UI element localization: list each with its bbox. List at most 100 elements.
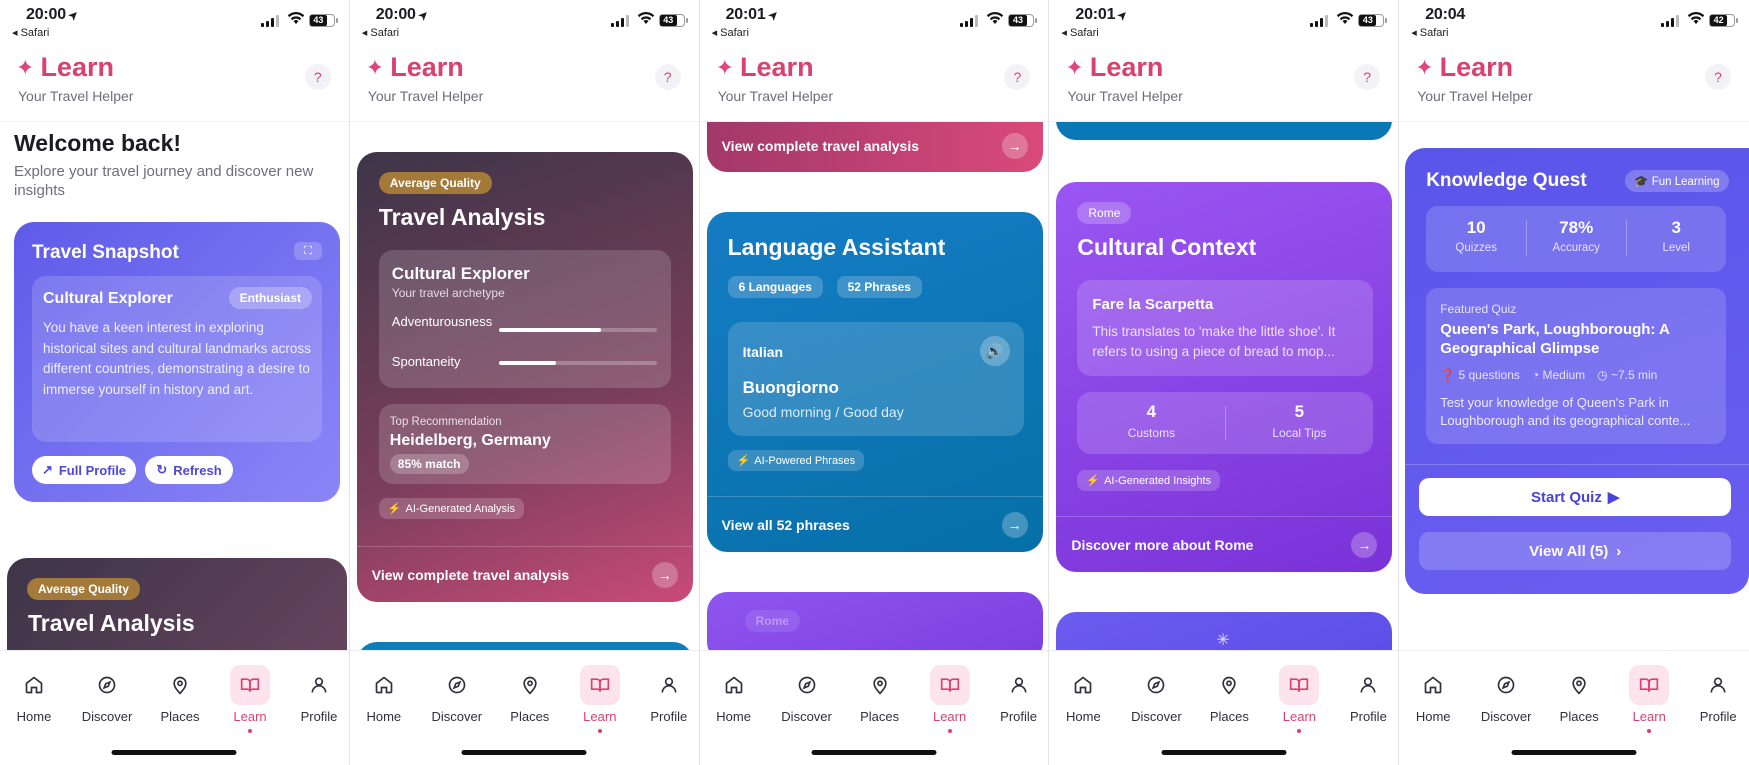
- archetype-name: Cultural Explorer: [43, 290, 173, 307]
- view-phrases-link[interactable]: View all 52 phrases →: [706, 496, 1043, 552]
- compass-icon: [437, 665, 477, 705]
- arrow-right-icon: →: [1351, 531, 1378, 558]
- help-button[interactable]: ?: [304, 64, 331, 90]
- nav-profile[interactable]: Profile: [287, 665, 349, 724]
- play-icon: ▶: [1607, 489, 1620, 506]
- map-pin-icon: [1209, 665, 1249, 705]
- location-arrow-icon: ➤: [765, 8, 781, 24]
- cellular-signal-icon: [960, 15, 979, 27]
- scroll-content[interactable]: Knowledge Quest 🎓 Fun Learning 10 Quizze…: [1399, 122, 1749, 650]
- back-to-safari[interactable]: ◂ Safari: [12, 26, 49, 39]
- nav-discover[interactable]: Discover: [1474, 665, 1538, 724]
- map-pin-icon: [510, 665, 550, 705]
- loading-card: ✳: [1056, 612, 1393, 650]
- nav-discover[interactable]: Discover: [1124, 665, 1188, 724]
- expand-icon[interactable]: ⛶: [294, 242, 322, 260]
- page-subtitle: Your Travel Helper: [18, 88, 134, 104]
- nav-discover-label: Discover: [1131, 709, 1182, 724]
- status-bar: 20:04 ◂ Safari 42: [1399, 0, 1749, 44]
- home-indicator: [111, 750, 237, 755]
- language-card-tail: [1056, 122, 1393, 140]
- phrase-text: Buongiorno: [742, 378, 839, 397]
- sparkle-icon: ✦: [16, 54, 35, 80]
- page-subtitle: Your Travel Helper: [1417, 88, 1533, 104]
- scroll-content[interactable]: View complete travel analysis → Language …: [699, 122, 1049, 650]
- difficulty-label: Medium: [1542, 368, 1586, 382]
- nav-profile[interactable]: Profile: [1336, 665, 1398, 724]
- nav-discover[interactable]: Discover: [425, 665, 489, 724]
- cultural-context-card: Rome Cultural Context Fare la Scarpetta …: [1056, 182, 1393, 572]
- active-dot: [597, 729, 602, 733]
- help-button[interactable]: ?: [1704, 64, 1731, 90]
- clock: 20:00: [26, 6, 66, 23]
- language-card-preview: [356, 642, 693, 650]
- sparkle-icon: ✦: [1065, 54, 1084, 80]
- back-to-safari[interactable]: ◂ Safari: [1411, 26, 1448, 39]
- scroll-content[interactable]: Rome Cultural Context Fare la Scarpetta …: [1049, 122, 1399, 650]
- help-button[interactable]: ?: [1354, 64, 1381, 90]
- battery-icon: 43: [1358, 14, 1388, 27]
- nav-places[interactable]: Places: [1197, 665, 1261, 724]
- nav-learn[interactable]: Learn: [1617, 665, 1681, 733]
- view-analysis-link[interactable]: View complete travel analysis →: [356, 546, 693, 602]
- battery-icon: 42: [1708, 14, 1738, 27]
- back-to-safari[interactable]: ◂ Safari: [712, 26, 749, 39]
- refresh-button[interactable]: ↻ Refresh: [145, 456, 233, 484]
- nav-learn[interactable]: Learn: [218, 665, 282, 733]
- nav-discover-label: Discover: [1480, 709, 1532, 724]
- quiz-meta: ❓ 5 questions ◔ Medium ◷ ~7.5 min: [1440, 368, 1657, 382]
- nav-home[interactable]: Home: [2, 665, 66, 724]
- cellular-signal-icon: [610, 15, 629, 27]
- ai-tag: ⚡ AI-Generated Analysis: [378, 498, 524, 519]
- trait-label-0: Adventurousness: [391, 314, 493, 329]
- full-profile-button[interactable]: ↗ Full Profile: [32, 456, 136, 484]
- nav-discover[interactable]: Discover: [775, 665, 839, 724]
- trend-icon: ↗: [41, 462, 53, 477]
- languages-count: 6 Languages: [727, 276, 823, 298]
- app-header: ✦ Learn Your Travel Helper ?: [349, 44, 699, 122]
- status-bar: 20:01➤ ◂ Safari 43: [700, 0, 1049, 44]
- scroll-content[interactable]: Welcome back! Explore your travel journe…: [0, 122, 349, 650]
- back-to-safari[interactable]: ◂ Safari: [1061, 26, 1098, 39]
- nav-home[interactable]: Home: [1401, 665, 1465, 724]
- nav-places[interactable]: Places: [848, 665, 912, 724]
- nav-home-label: Home: [1066, 709, 1101, 724]
- compass-icon: [1136, 665, 1176, 705]
- nav-profile[interactable]: Profile: [637, 665, 699, 724]
- discover-rome-link[interactable]: Discover more about Rome →: [1056, 516, 1393, 572]
- language-assistant-card: Language Assistant 6 Languages 52 Phrase…: [706, 212, 1043, 552]
- view-all-button[interactable]: View All (5) ›: [1419, 532, 1732, 570]
- nav-home[interactable]: Home: [702, 665, 766, 724]
- questions-label: 5 questions: [1458, 368, 1520, 382]
- analysis-title: Travel Analysis: [378, 204, 546, 230]
- archetype-sub: Your travel archetype: [391, 286, 505, 300]
- start-quiz-button[interactable]: Start Quiz ▶: [1419, 478, 1732, 516]
- nav-discover[interactable]: Discover: [75, 665, 139, 724]
- active-dot: [1297, 729, 1302, 733]
- nav-places[interactable]: Places: [1547, 665, 1611, 724]
- nav-home[interactable]: Home: [1051, 665, 1115, 724]
- help-button[interactable]: ?: [654, 64, 681, 90]
- scroll-content[interactable]: Average Quality Travel Analysis Cultural…: [349, 122, 699, 650]
- nav-home[interactable]: Home: [352, 665, 416, 724]
- nav-places[interactable]: Places: [498, 665, 562, 724]
- nav-places-label: Places: [510, 709, 550, 724]
- back-to-safari[interactable]: ◂ Safari: [362, 26, 399, 39]
- speaker-icon[interactable]: 🔊: [979, 336, 1010, 366]
- wifi-icon: [1336, 11, 1354, 29]
- help-button[interactable]: ?: [1004, 64, 1031, 90]
- featured-quiz-box[interactable]: Featured Quiz Queen's Park, Loughborough…: [1426, 288, 1727, 444]
- nav-learn[interactable]: Learn: [918, 665, 982, 733]
- nav-learn[interactable]: Learn: [568, 665, 632, 733]
- home-icon: [714, 665, 754, 705]
- book-icon: [929, 665, 970, 705]
- nav-learn-label: Learn: [932, 709, 967, 724]
- view-analysis-label: View complete travel analysis: [721, 138, 919, 154]
- nav-places[interactable]: Places: [148, 665, 212, 724]
- view-analysis-link[interactable]: View complete travel analysis →: [707, 122, 1043, 172]
- nav-profile[interactable]: Profile: [987, 665, 1049, 724]
- questions-meta: ❓ 5 questions: [1440, 368, 1520, 382]
- trait-bar-1: [498, 361, 657, 365]
- nav-learn[interactable]: Learn: [1267, 665, 1331, 733]
- nav-profile[interactable]: Profile: [1686, 665, 1749, 724]
